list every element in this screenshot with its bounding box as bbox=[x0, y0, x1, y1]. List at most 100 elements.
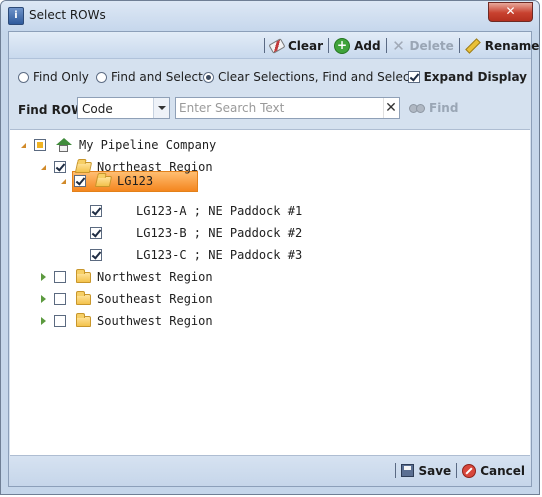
tree-node-label: LG123 bbox=[117, 174, 154, 188]
plus-icon: + bbox=[334, 37, 351, 54]
folder-icon bbox=[76, 312, 91, 327]
expand-arrow-icon bbox=[40, 295, 46, 303]
tree-node-southeast[interactable]: Southeast Region bbox=[36, 288, 213, 310]
add-button[interactable]: + Add bbox=[334, 37, 381, 54]
clear-label: Clear bbox=[288, 38, 324, 53]
search-input[interactable] bbox=[179, 100, 379, 116]
radio-circle bbox=[96, 71, 107, 83]
clear-find-select-label: Clear Selections, Find and Select bbox=[218, 70, 415, 84]
toolbar-separator bbox=[264, 38, 265, 53]
toolbar: Clear + Add ✕ Delete Rename bbox=[9, 32, 539, 59]
clear-find-select-radio[interactable]: Clear Selections, Find and Select bbox=[203, 70, 414, 84]
checkbox-checked[interactable] bbox=[90, 249, 102, 261]
expand-display-label: Expand Display bbox=[423, 70, 527, 84]
checkbox-checked[interactable] bbox=[90, 227, 102, 239]
collapse-arrow-icon bbox=[60, 178, 66, 184]
tree-node-label: Northwest Region bbox=[97, 270, 213, 284]
clear-search-icon[interactable]: ✕ bbox=[383, 98, 398, 118]
binoculars-icon bbox=[409, 103, 425, 113]
window-title: Select ROWs bbox=[29, 8, 106, 22]
app-info-icon: i bbox=[8, 7, 24, 25]
x-icon: ✕ bbox=[392, 36, 405, 55]
find-label: Find bbox=[429, 101, 459, 115]
checkbox-checked[interactable] bbox=[407, 71, 420, 83]
find-only-radio[interactable]: Find Only bbox=[18, 70, 89, 84]
tree-node-label: My Pipeline Company bbox=[79, 138, 217, 152]
checkbox-checked[interactable] bbox=[74, 175, 86, 187]
tree-node-root[interactable]: My Pipeline Company bbox=[16, 134, 216, 156]
expander[interactable] bbox=[56, 178, 70, 184]
radio-circle bbox=[18, 71, 29, 83]
row-tree: My Pipeline Company Northeast Region LG1… bbox=[10, 129, 530, 456]
find-and-select-radio[interactable]: Find and Select bbox=[96, 70, 203, 84]
tree-node-label: LG123-B ; NE Paddock #2 bbox=[136, 226, 303, 240]
rename-button[interactable]: Rename bbox=[465, 37, 540, 54]
checkbox-partial[interactable] bbox=[34, 139, 46, 151]
search-field-value: Code bbox=[82, 102, 113, 116]
expander[interactable] bbox=[36, 164, 50, 170]
search-options: Find Only Find and Select Clear Selectio… bbox=[9, 59, 531, 123]
toolbar-separator bbox=[395, 463, 397, 478]
eraser-icon bbox=[268, 37, 286, 54]
save-icon bbox=[401, 464, 415, 477]
find-button[interactable]: Find bbox=[409, 101, 458, 115]
tree-node-lg123[interactable]: LG123 bbox=[56, 170, 153, 192]
chevron-down-icon[interactable] bbox=[153, 98, 169, 118]
cancel-label: Cancel bbox=[480, 463, 525, 478]
checkbox-unchecked[interactable] bbox=[54, 315, 66, 327]
rename-label: Rename bbox=[484, 38, 540, 53]
checkbox-unchecked[interactable] bbox=[54, 271, 66, 283]
footer-actions: Save Cancel bbox=[390, 463, 525, 478]
expander[interactable] bbox=[16, 142, 30, 148]
delete-button[interactable]: ✕ Delete bbox=[392, 36, 454, 55]
find-only-label: Find Only bbox=[33, 70, 89, 84]
expand-arrow-icon bbox=[40, 273, 46, 281]
expand-arrow-icon bbox=[40, 317, 46, 325]
expander[interactable] bbox=[36, 317, 50, 325]
cancel-icon bbox=[462, 463, 477, 478]
tree-node-southwest[interactable]: Southwest Region bbox=[36, 310, 213, 332]
add-label: Add bbox=[354, 38, 381, 53]
search-box: ✕ bbox=[175, 97, 400, 119]
select-rows-dialog: i Select ROWs ✕ Clear + Add ✕ Delete Ren… bbox=[0, 0, 540, 495]
close-button[interactable]: ✕ bbox=[488, 2, 533, 22]
tree-node-label: Southwest Region bbox=[97, 314, 213, 328]
radio-circle-selected bbox=[203, 71, 214, 83]
checkbox-unchecked[interactable] bbox=[54, 293, 66, 305]
tree-node-northwest[interactable]: Northwest Region bbox=[36, 266, 213, 288]
collapse-arrow-icon bbox=[40, 164, 46, 170]
toolbar-separator bbox=[385, 38, 387, 53]
tree-node-label: LG123-C ; NE Paddock #3 bbox=[136, 248, 303, 262]
dialog-body: Clear + Add ✕ Delete Rename Find Only Fi… bbox=[8, 31, 539, 487]
title-bar: i Select ROWs ✕ bbox=[1, 1, 539, 31]
folder-open-icon bbox=[94, 175, 113, 187]
tree-node-lg123a[interactable]: LG123-A ; NE Paddock #1 bbox=[90, 200, 302, 222]
save-button[interactable]: Save bbox=[401, 464, 451, 478]
tree-node-label: LG123-A ; NE Paddock #1 bbox=[136, 204, 303, 218]
folder-icon bbox=[76, 268, 91, 283]
expander[interactable] bbox=[36, 273, 50, 281]
search-field-select[interactable]: Code bbox=[77, 97, 170, 119]
cancel-button[interactable]: Cancel bbox=[462, 463, 525, 478]
find-and-select-label: Find and Select bbox=[111, 70, 203, 84]
dialog-footer: Save Cancel bbox=[9, 456, 531, 486]
save-label: Save bbox=[418, 463, 452, 478]
expander[interactable] bbox=[36, 295, 50, 303]
clear-button[interactable]: Clear bbox=[268, 37, 324, 54]
expand-display-checkbox[interactable]: Expand Display bbox=[407, 70, 527, 84]
home-icon bbox=[56, 138, 72, 152]
folder-icon bbox=[76, 290, 91, 305]
find-row-bar: Find ROW Code ✕ Find bbox=[9, 97, 531, 123]
pencil-icon bbox=[465, 37, 481, 54]
toolbar-separator bbox=[458, 38, 460, 53]
collapse-arrow-icon bbox=[20, 142, 26, 148]
checkbox-checked[interactable] bbox=[90, 205, 102, 217]
toolbar-separator bbox=[328, 38, 330, 53]
delete-label: Delete bbox=[409, 38, 454, 53]
tree-node-lg123b[interactable]: LG123-B ; NE Paddock #2 bbox=[90, 222, 302, 244]
toolbar-separator bbox=[456, 463, 458, 478]
find-row-label: Find ROW bbox=[18, 103, 85, 117]
tree-node-label: Southeast Region bbox=[97, 292, 213, 306]
toolbar-actions: Clear + Add ✕ Delete Rename bbox=[259, 32, 539, 59]
tree-node-lg123c[interactable]: LG123-C ; NE Paddock #3 bbox=[90, 244, 302, 266]
